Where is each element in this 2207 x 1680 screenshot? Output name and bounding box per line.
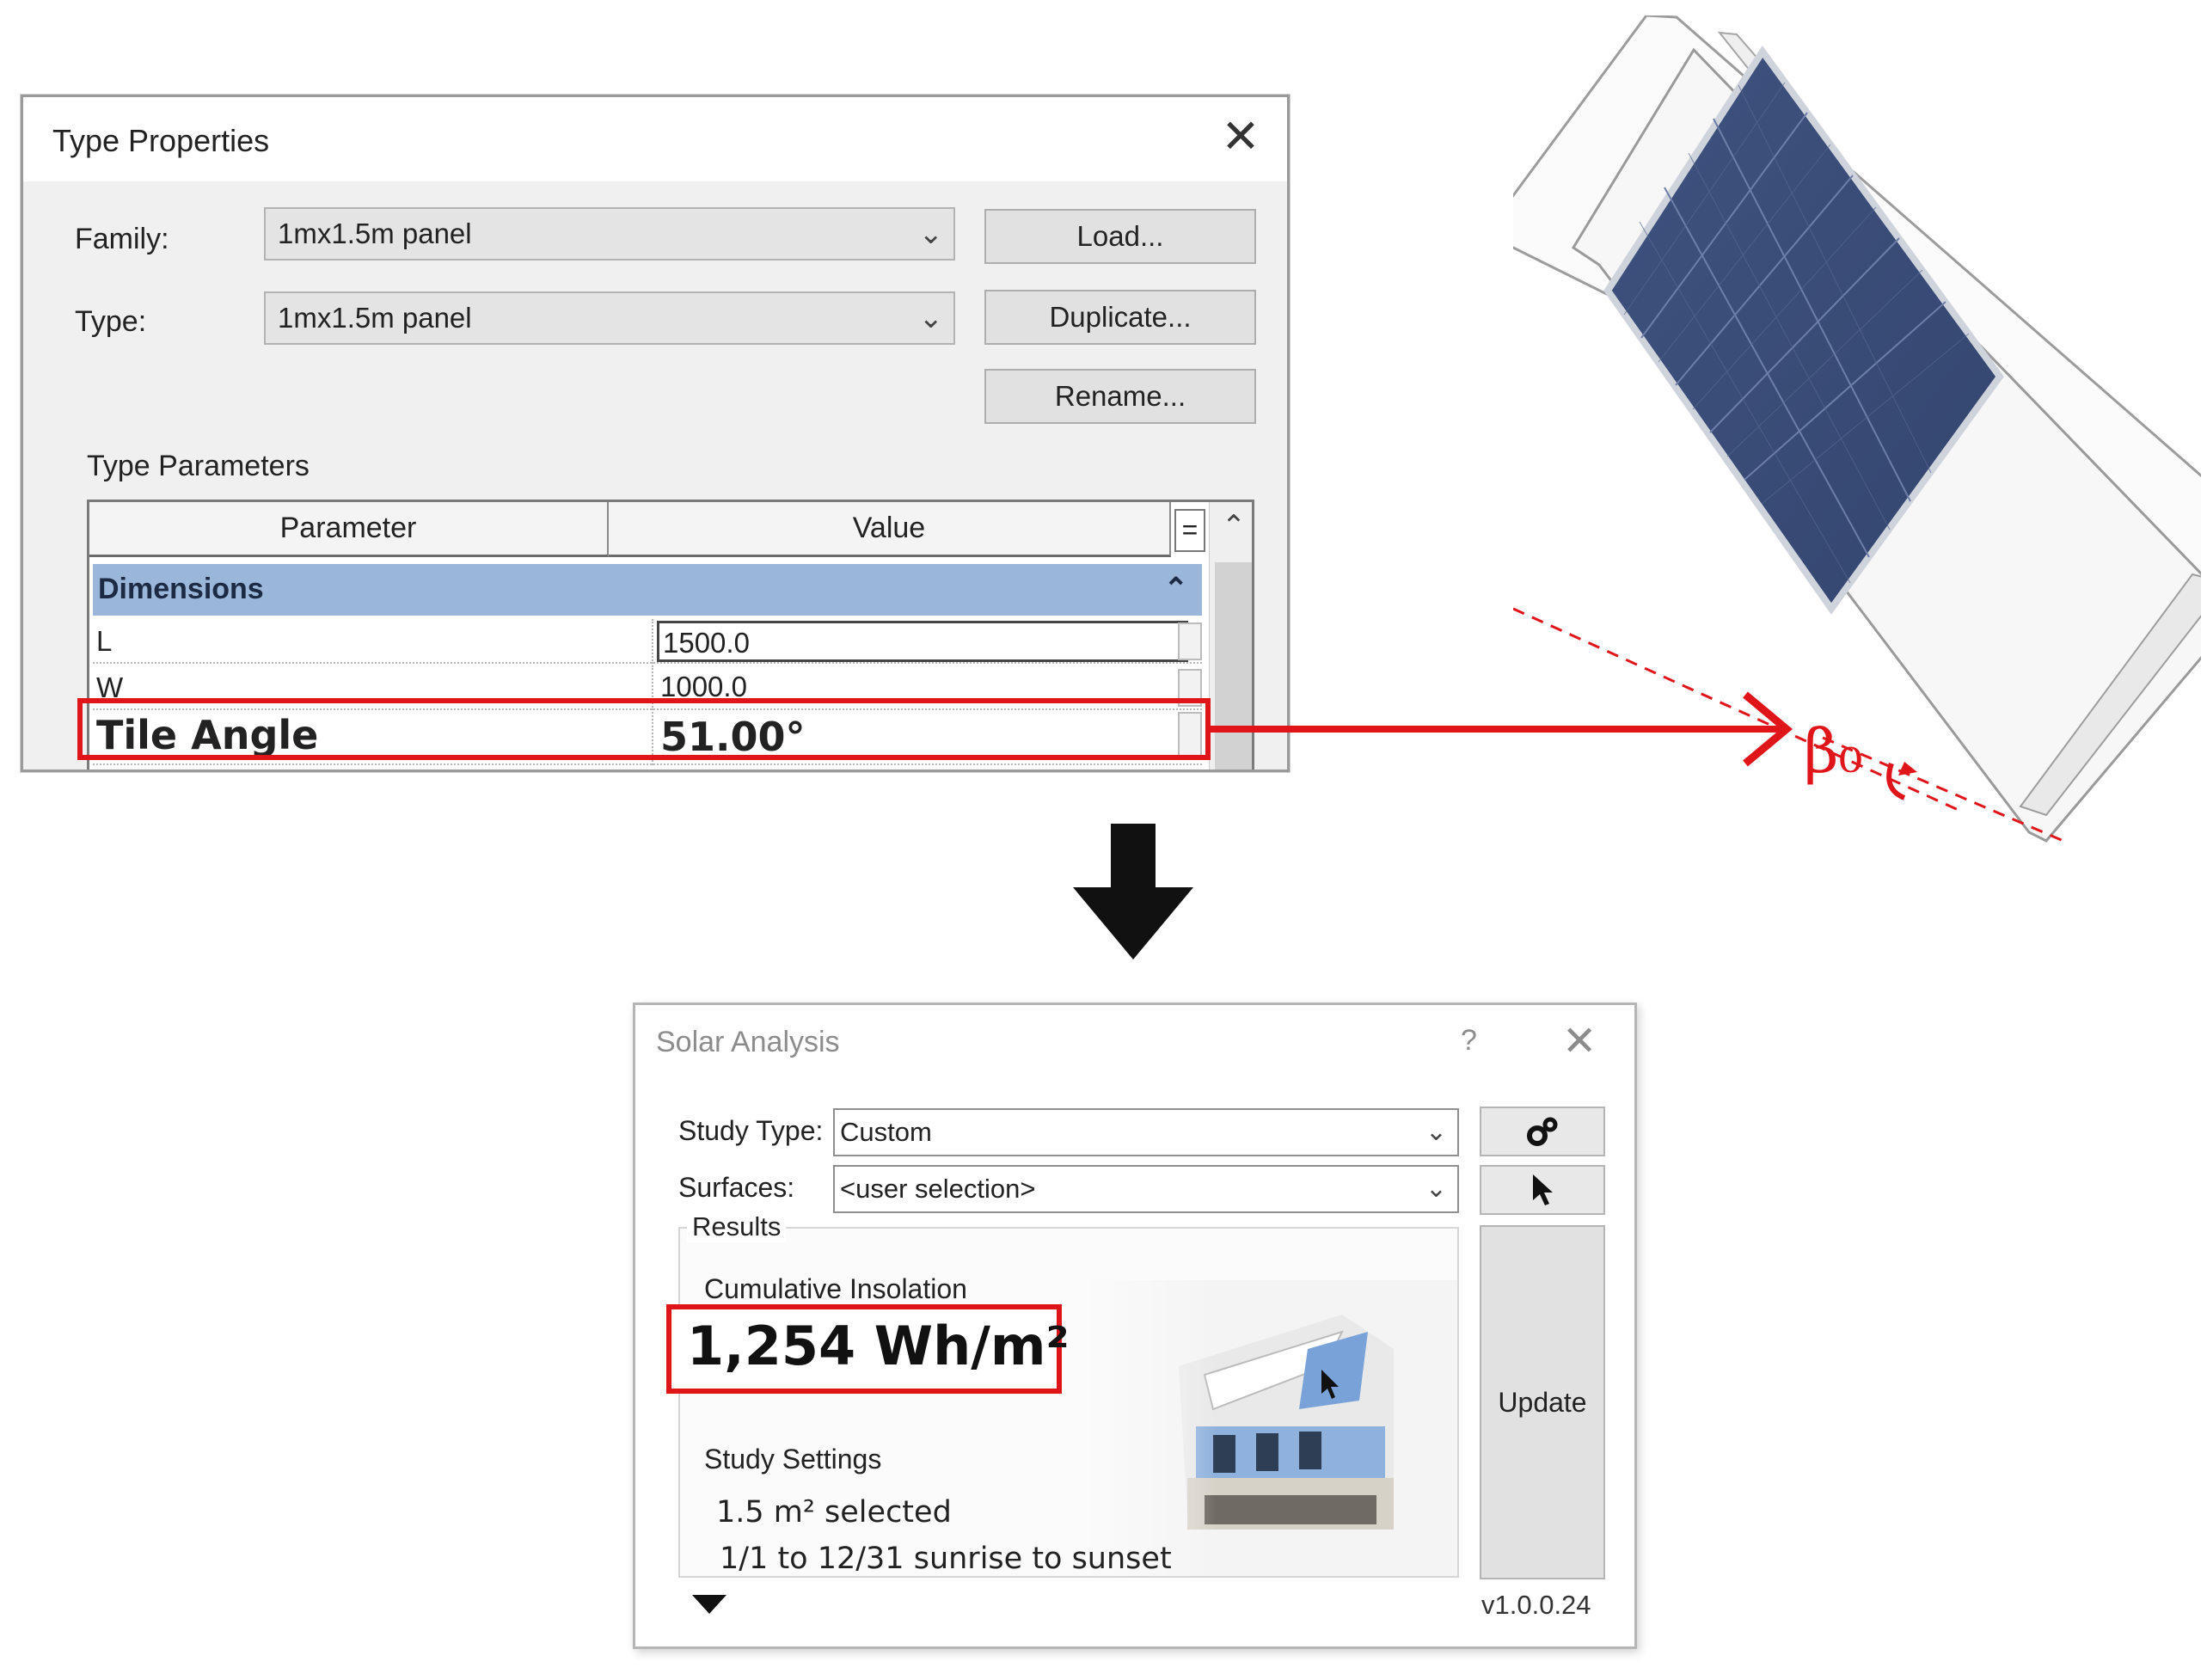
parameter-value-input[interactable]: 1500.0 xyxy=(657,621,1188,662)
area-selected-text: 1.5 m² selected xyxy=(716,1495,952,1530)
results-group-label: Results xyxy=(687,1211,787,1242)
family-select[interactable]: 1mx1.5m panel ⌄ xyxy=(264,207,955,261)
chevron-down-icon: ⌄ xyxy=(918,302,944,334)
load-button[interactable]: Load... xyxy=(984,209,1256,264)
duplicate-button[interactable]: Duplicate... xyxy=(984,290,1256,345)
help-icon[interactable]: ? xyxy=(1461,1024,1477,1058)
dialog-title: Solar Analysis xyxy=(656,1026,840,1058)
tile-angle-highlight-box xyxy=(77,698,1211,760)
group-name: Dimensions xyxy=(98,573,264,605)
settings-gears-icon xyxy=(1527,1117,1558,1146)
select-surfaces-button[interactable] xyxy=(1480,1165,1605,1215)
type-select-value: 1mx1.5m panel xyxy=(278,302,472,334)
down-arrow-icon xyxy=(1073,824,1193,960)
surfaces-value: <user selection> xyxy=(840,1174,1036,1204)
scroll-thumb[interactable] xyxy=(1215,562,1252,769)
type-label: Type: xyxy=(75,305,147,338)
group-header-dimensions[interactable]: Dimensions ⌃ xyxy=(93,564,1202,616)
date-range-text: 1/1 to 12/31 sunrise to sunset xyxy=(720,1542,1172,1576)
surfaces-select[interactable]: <user selection> ⌄ xyxy=(833,1165,1459,1213)
scroll-up-icon[interactable]: ⌃ xyxy=(1210,509,1252,549)
chevron-down-icon: ⌄ xyxy=(918,218,944,250)
collapse-chevrons-icon[interactable]: ⌃ xyxy=(1164,564,1189,614)
study-settings-label: Study Settings xyxy=(704,1444,882,1475)
vertical-scrollbar[interactable]: ⌃ xyxy=(1209,502,1252,769)
study-type-label: Study Type: xyxy=(678,1115,824,1146)
chevron-down-icon: ⌄ xyxy=(1425,1118,1447,1146)
house-illustration xyxy=(1084,1280,1457,1576)
insolation-value: 1,254 Wh/m² xyxy=(687,1315,1070,1377)
study-type-select[interactable]: Custom ⌄ xyxy=(833,1108,1459,1156)
chevron-down-icon: ⌄ xyxy=(1425,1174,1447,1203)
solar-analysis-dialog: Solar Analysis ? ✕ Study Type: Custom ⌄ … xyxy=(633,1002,1637,1649)
solar-panel-illustration: β₀ xyxy=(1513,15,2201,843)
cursor-pointer-icon xyxy=(1533,1174,1553,1205)
study-type-value: Custom xyxy=(840,1117,932,1147)
type-properties-titlebar: Type Properties ✕ xyxy=(23,97,1287,181)
parameter-row-l[interactable]: L 1500.0 xyxy=(93,619,1202,664)
version-label: v1.0.0.24 xyxy=(1481,1590,1591,1620)
type-parameters-label: Type Parameters xyxy=(87,450,310,482)
close-icon[interactable]: ✕ xyxy=(1217,113,1265,161)
angle-label: β₀ xyxy=(1804,716,1863,787)
rename-button[interactable]: Rename... xyxy=(984,369,1256,424)
update-button[interactable]: Update xyxy=(1480,1225,1605,1579)
update-button-label: Update xyxy=(1498,1386,1587,1418)
column-header-value[interactable]: Value xyxy=(609,502,1171,557)
column-header-parameter[interactable]: Parameter xyxy=(89,502,609,557)
cumulative-insolation-label: Cumulative Insolation xyxy=(704,1273,967,1304)
family-label: Family: xyxy=(75,223,169,255)
family-select-value: 1mx1.5m panel xyxy=(278,218,472,249)
expand-down-icon[interactable] xyxy=(692,1595,726,1614)
surfaces-label: Surfaces: xyxy=(678,1172,795,1203)
dialog-title: Type Properties xyxy=(52,123,270,158)
type-properties-dialog: Type Properties ✕ Family: 1mx1.5m panel … xyxy=(21,95,1290,772)
parameter-name: L xyxy=(96,625,113,657)
type-select[interactable]: 1mx1.5m panel ⌄ xyxy=(264,291,955,345)
row-formula-button[interactable] xyxy=(1178,622,1202,660)
close-icon[interactable]: ✕ xyxy=(1562,1017,1597,1065)
settings-button[interactable] xyxy=(1480,1107,1605,1156)
equals-button[interactable]: = xyxy=(1174,509,1205,552)
